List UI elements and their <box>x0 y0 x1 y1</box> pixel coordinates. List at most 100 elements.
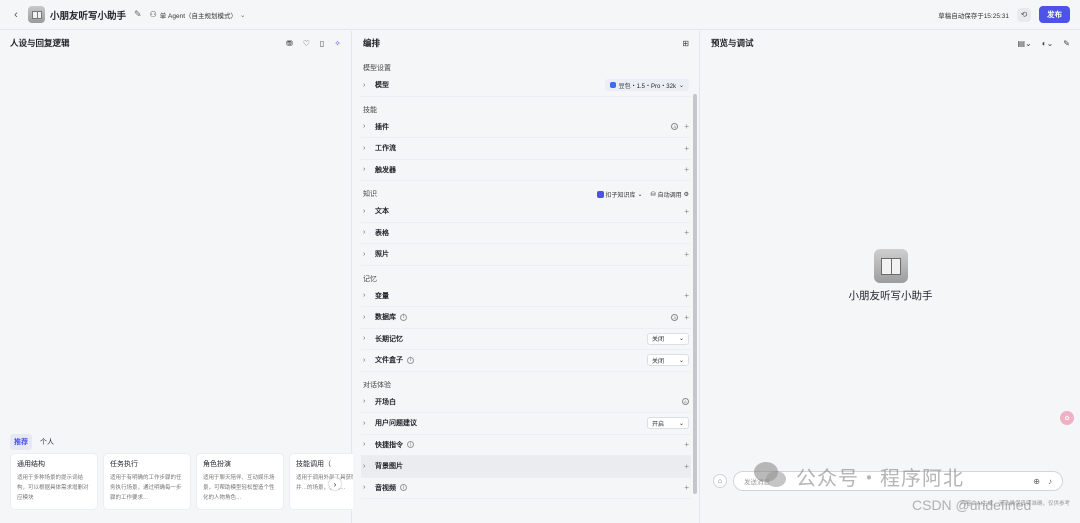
row-label: 数据库 <box>375 314 396 322</box>
panel-title: 预览与调试 <box>711 38 754 48</box>
add-icon[interactable]: + <box>684 291 689 300</box>
auto-icon[interactable]: A <box>682 398 689 406</box>
row-label: 用户问题建议 <box>375 420 417 428</box>
layout-icon[interactable]: ▯ <box>320 39 324 48</box>
brush-icon[interactable]: ✎ <box>1063 39 1070 48</box>
chevron-right-icon: › <box>363 292 366 300</box>
section-label: 知识 <box>363 191 377 198</box>
row-label: 文件盒子 <box>375 357 403 365</box>
template-card[interactable]: 角色扮演 适用于聊天陪伴、互动娱乐场景，可帮助模型轻松塑造个性化的人物角色… <box>196 453 284 510</box>
model-row[interactable]: › 模型 豆包・1.5・Pro・32k ⌄ <box>361 75 691 97</box>
skill-row-plugin[interactable]: › 插件 A + <box>361 117 691 138</box>
add-icon[interactable]: + <box>684 483 689 492</box>
row-label: 照片 <box>375 251 389 259</box>
chevron-right-icon: › <box>363 484 366 492</box>
scrollbar[interactable] <box>693 94 697 494</box>
suggest-select[interactable]: 开启 ⌄ <box>647 417 689 430</box>
add-icon[interactable]: + <box>684 122 689 131</box>
optimize-icon[interactable]: ✧ <box>334 39 341 48</box>
template-card[interactable]: 通用结构 适用于多种场景的提示词结构，可以根据具体需求增删对应模块 <box>10 453 98 510</box>
tab-recommended[interactable]: 推荐 <box>10 434 32 450</box>
filebox-select[interactable]: 关闭 ⌄ <box>647 354 689 367</box>
info-icon[interactable]: i <box>407 356 414 364</box>
prompt-library-icon[interactable]: ⛃ <box>286 39 293 48</box>
doubao-icon <box>609 82 616 89</box>
knowledge-row-table[interactable]: › 表格 + <box>361 223 691 244</box>
chevron-right-icon: › <box>363 144 366 152</box>
chevron-down-icon: ⌄ <box>678 82 684 89</box>
knowledge-row-text[interactable]: › 文本 + <box>361 201 691 223</box>
skill-row-trigger[interactable]: › 触发器 + <box>361 160 691 181</box>
chevron-right-icon: › <box>363 398 366 406</box>
model-select[interactable]: 豆包・1.5・Pro・32k ⌄ <box>604 79 689 92</box>
auto-icon[interactable]: A <box>671 313 679 321</box>
info-icon[interactable]: i <box>407 441 414 449</box>
chevron-right-icon: › <box>363 123 366 131</box>
info-icon[interactable]: i <box>400 484 407 492</box>
memory-row-longterm[interactable]: › 长期记忆 关闭 ⌄ <box>361 329 691 350</box>
book-icon <box>880 257 901 275</box>
add-icon[interactable]: + <box>684 144 689 153</box>
kb-icon <box>596 190 604 198</box>
row-label: 触发器 <box>375 166 396 174</box>
chevron-right-icon: › <box>363 356 366 364</box>
dialog-row-suggest[interactable]: › 用户问题建议 开启 ⌄ <box>361 413 691 435</box>
template-card[interactable]: 任务执行 适用于有明确的工作步骤的任务执行场景，通过明确每一步骤的工作要求… <box>103 453 191 510</box>
kb-label: 扣子知识库 <box>605 192 636 199</box>
select-value: 关闭 <box>652 337 665 344</box>
row-label: 音视频 <box>375 484 396 492</box>
auto-icon[interactable]: A <box>671 123 679 131</box>
edit-icon[interactable]: ✎ <box>134 9 142 20</box>
auto-call-toggle[interactable]: ⛁ 自动调用 ⚙ <box>651 190 689 199</box>
watermark-text: 公众号・程序阿北 <box>796 468 964 490</box>
row-label: 开场白 <box>375 398 396 406</box>
card-title: 角色扮演 <box>203 461 231 468</box>
grid-icon[interactable]: ⊞ <box>682 39 689 48</box>
info-icon[interactable]: i <box>400 313 407 321</box>
add-icon[interactable]: + <box>684 440 689 449</box>
agent-mode-dropdown[interactable]: ⚇ 单 Agent（自主规划模式） ⌄ <box>150 10 246 20</box>
memory-row-filebox[interactable]: › 文件盒子 i 关闭 ⌄ <box>361 350 691 372</box>
mode-label: 单 Agent（自主规划模式） <box>159 12 238 20</box>
row-label: 长期记忆 <box>375 335 403 343</box>
dialog-row-av[interactable]: › 音视频 i + <box>361 478 691 499</box>
dialog-row-background[interactable]: › 背景图片 + <box>361 456 691 478</box>
add-icon[interactable]: + <box>684 165 689 174</box>
add-icon[interactable]: + <box>684 462 689 471</box>
debug-detail-icon[interactable]: ▤⌄ <box>1017 39 1031 48</box>
assistant-float-icon[interactable]: ✿ <box>1060 411 1074 425</box>
history-button[interactable]: ⟲ <box>1017 7 1031 22</box>
add-icon[interactable]: + <box>684 207 689 216</box>
history-icon: ⟲ <box>1020 10 1028 19</box>
bot-title: 小朋友听写小助手 <box>50 10 127 22</box>
publish-button[interactable]: 发布 <box>1039 6 1070 23</box>
add-icon[interactable]: + <box>684 313 689 322</box>
memory-row-database[interactable]: › 数据库 i A + <box>361 307 691 329</box>
bot-avatar[interactable] <box>28 6 45 23</box>
tab-personal[interactable]: 个人 <box>36 434 58 450</box>
back-button[interactable]: ‹ <box>10 9 22 21</box>
add-icon[interactable]: + <box>684 228 689 237</box>
clear-context-button[interactable]: ⌂ <box>713 474 727 488</box>
dialog-row-opening[interactable]: › 开场白 A <box>361 392 691 413</box>
memory-row-variable[interactable]: › 变量 + <box>361 286 691 307</box>
longterm-select[interactable]: 关闭 ⌄ <box>647 332 689 345</box>
mic-icon[interactable]: ♪ <box>1048 477 1052 486</box>
skill-row-workflow[interactable]: › 工作流 + <box>361 138 691 160</box>
save-status: 草稿自动保存于15:25:31 <box>938 12 1009 20</box>
add-icon[interactable]: + <box>684 250 689 259</box>
bot-name: 小朋友听写小助手 <box>848 290 933 302</box>
palette-icon[interactable]: ◐⌄ <box>1042 39 1054 48</box>
chevron-down-icon: ⌄ <box>240 11 246 19</box>
auto-icon: ⛁ <box>650 191 656 198</box>
kb-dropdown[interactable]: 扣子知识库 ⌄ <box>596 190 643 199</box>
chevron-right-icon[interactable]: › <box>329 478 341 490</box>
dialog-row-shortcut[interactable]: › 快捷指令 i + <box>361 435 691 456</box>
knowledge-row-photo[interactable]: › 照片 + <box>361 244 691 266</box>
bulb-icon[interactable]: ♡ <box>303 39 310 48</box>
card-desc: 适用于多种场景的提示词结构，可以根据具体需求增删对应模块 <box>17 475 89 501</box>
select-value: 开启 <box>652 421 665 428</box>
chevron-right-icon: › <box>363 166 366 174</box>
add-circle-icon[interactable]: ⊕ <box>1033 477 1040 486</box>
panel-title: 人设与回复逻辑 <box>10 38 70 48</box>
